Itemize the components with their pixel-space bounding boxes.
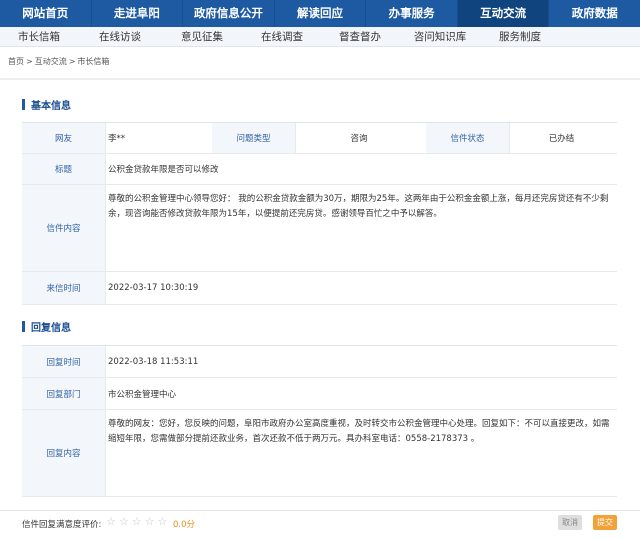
heading-accent-bar <box>22 98 25 110</box>
table-row: 来信时间 2022-03-17 10:30:19 <box>22 272 617 305</box>
type-label: 问题类型 <box>212 123 296 153</box>
sub-nav-item-service-rules[interactable]: 服务制度 <box>482 27 558 47</box>
table-row: 回复部门 市公积金管理中心 <box>22 378 617 410</box>
sub-nav-item-survey[interactable]: 在线调查 <box>242 27 322 47</box>
reply-time-label: 回复时间 <box>22 346 106 377</box>
table-row: 回复内容 尊敬的网友：您好，您反映的问题，阜阳市政府办公室高度重视，及时转交市公… <box>22 410 617 497</box>
top-nav-item-gov-info[interactable]: 政府信息公开 <box>183 0 275 27</box>
top-nav-item-about[interactable]: 走进阜阳 <box>92 0 184 27</box>
star-icon[interactable]: ☆ <box>119 516 129 528</box>
top-nav-item-gov-data[interactable]: 政府数据 <box>549 0 640 27</box>
star-icon[interactable]: ☆ <box>132 516 142 528</box>
letter-content-label: 信件内容 <box>22 185 106 271</box>
rating-bar: 信件回复满意度评价: ☆ ☆ ☆ ☆ ☆ 0.0分 取消 提交 <box>0 510 640 538</box>
breadcrumb-home[interactable]: 首页 <box>8 57 24 66</box>
reply-content-label: 回复内容 <box>22 410 106 496</box>
table-row: 标题 公积金贷款年限是否可以修改 <box>22 154 617 185</box>
table-row: 网友 李** 问题类型 咨询 信件状态 已办结 <box>22 123 617 154</box>
status-value: 已办结 <box>548 134 575 144</box>
star-icon[interactable]: ☆ <box>145 516 155 528</box>
rating-stars: ☆ ☆ ☆ ☆ ☆ <box>106 516 170 528</box>
status-label: 信件状态 <box>426 123 510 153</box>
basic-info-table: 网友 李** 问题类型 咨询 信件状态 已办结 标题 公积金贷款年限是否可以修改… <box>22 122 617 305</box>
reply-dept-value: 市公积金管理中心 <box>108 389 177 400</box>
top-nav-item-interaction[interactable]: 互动交流 <box>457 0 550 27</box>
letter-content-value: 尊敬的公积金管理中心领导您好： 我的公积金贷款金额为30万，期限为25年。这两年… <box>108 194 609 219</box>
heading-accent-bar <box>22 320 25 332</box>
letter-time-value: 2022-03-17 10:30:19 <box>108 283 199 293</box>
breadcrumb-current: 市长信箱 <box>77 57 110 66</box>
sender-label: 网友 <box>22 123 106 153</box>
reply-content-value: 尊敬的网友：您好，您反映的问题，阜阳市政府办公室高度重视，及时转交市公积金管理中… <box>108 419 610 444</box>
star-icon[interactable]: ☆ <box>158 516 168 528</box>
basic-info-heading: 基本信息 <box>22 98 71 112</box>
sub-nav: 市长信箱 在线访谈 意见征集 在线调查 督查督办 咨问知识库 服务制度 <box>0 27 640 47</box>
sub-nav-item-online-interview[interactable]: 在线访谈 <box>78 27 162 47</box>
breadcrumb-separator: > <box>26 57 33 66</box>
sub-nav-item-opinion[interactable]: 意见征集 <box>162 27 242 47</box>
top-nav-item-interpret[interactable]: 解读回应 <box>275 0 367 27</box>
basic-info-title: 基本信息 <box>31 100 71 112</box>
sub-nav-item-knowledge[interactable]: 咨问知识库 <box>398 27 482 47</box>
sub-nav-item-supervision[interactable]: 督查督办 <box>322 27 398 47</box>
sender-value: 李** <box>108 134 126 144</box>
star-icon[interactable]: ☆ <box>106 516 116 528</box>
breadcrumb-section[interactable]: 互动交流 <box>35 57 67 66</box>
reply-info-title: 回复信息 <box>31 322 71 334</box>
subject-value: 公积金贷款年限是否可以修改 <box>108 165 219 175</box>
table-row: 信件内容 尊敬的公积金管理中心领导您好： 我的公积金贷款金额为30万，期限为25… <box>22 185 617 272</box>
rating-label: 信件回复满意度评价: <box>22 520 102 530</box>
cancel-button[interactable]: 取消 <box>558 515 582 530</box>
submit-button[interactable]: 提交 <box>593 515 617 530</box>
divider <box>0 78 640 80</box>
type-value: 咨询 <box>350 134 368 144</box>
top-nav: 网站首页 走进阜阳 政府信息公开 解读回应 办事服务 互动交流 政府数据 <box>0 0 640 27</box>
top-nav-item-home[interactable]: 网站首页 <box>0 0 92 27</box>
letter-time-label: 来信时间 <box>22 272 106 304</box>
breadcrumb: 首页 > 互动交流 > 市长信箱 <box>8 56 109 67</box>
subject-label: 标题 <box>22 154 106 184</box>
rating-score: 0.0分 <box>173 520 196 530</box>
reply-dept-label: 回复部门 <box>22 378 106 409</box>
table-row: 回复时间 2022-03-18 11:53:11 <box>22 346 617 378</box>
reply-time-value: 2022-03-18 11:53:11 <box>108 356 199 367</box>
sub-nav-item-mayor-mailbox[interactable]: 市长信箱 <box>0 27 78 47</box>
reply-info-heading: 回复信息 <box>22 320 71 334</box>
reply-info-table: 回复时间 2022-03-18 11:53:11 回复部门 市公积金管理中心 回… <box>22 345 617 497</box>
top-nav-item-services[interactable]: 办事服务 <box>366 0 458 27</box>
breadcrumb-separator: > <box>68 57 76 66</box>
